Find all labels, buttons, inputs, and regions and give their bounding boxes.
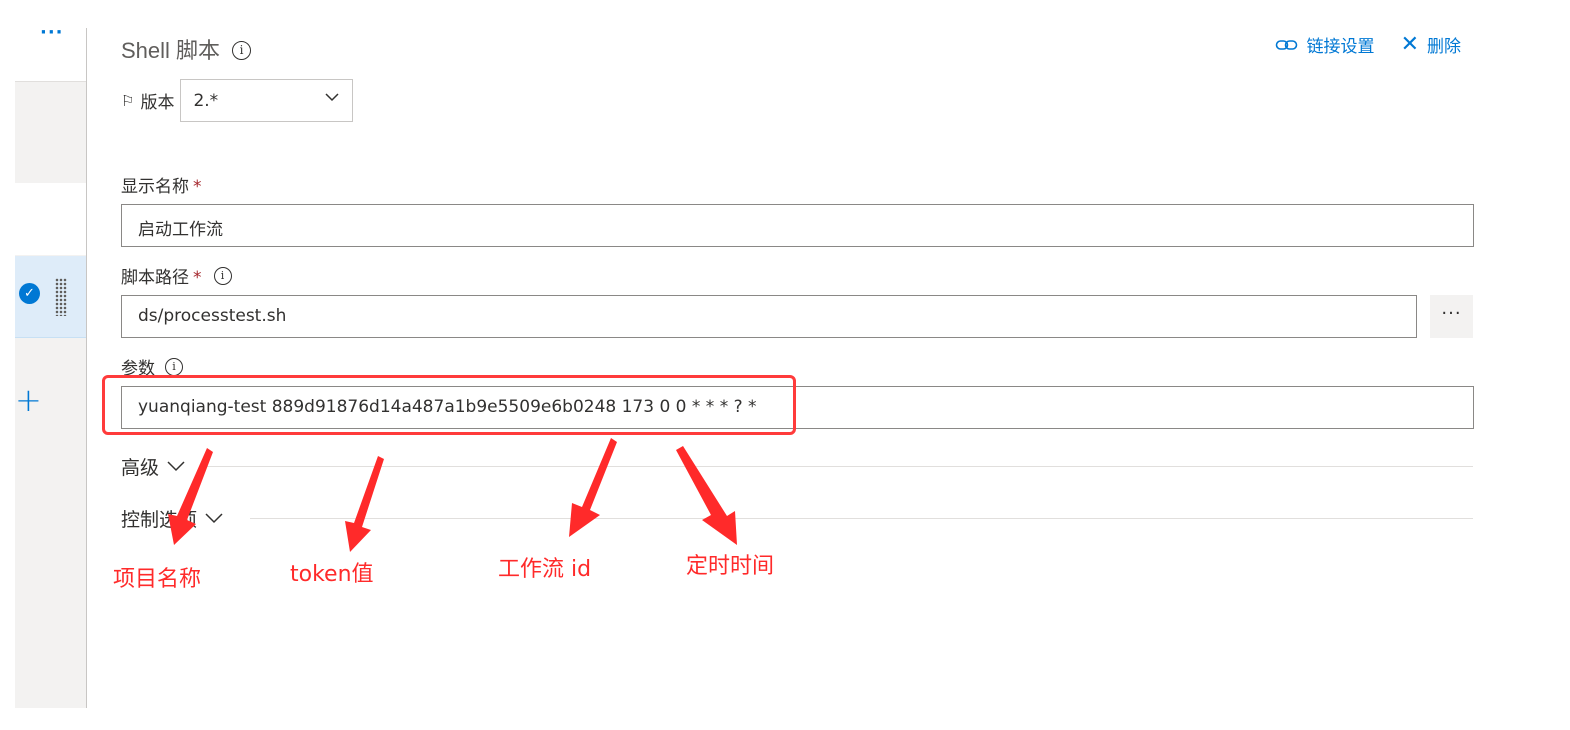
arrow-token xyxy=(345,456,384,552)
annotation-schedule: 定时时间 xyxy=(686,554,775,579)
arrow-project-name xyxy=(168,448,213,545)
annotation-project-name: 项目名称 xyxy=(113,567,202,592)
arrow-schedule xyxy=(676,446,737,545)
arrow-workflow-id xyxy=(569,438,617,537)
annotation-arrows xyxy=(168,438,737,552)
annotation-token: token值 xyxy=(290,562,374,587)
annotation-workflow-id: 工作流 id xyxy=(498,557,592,582)
